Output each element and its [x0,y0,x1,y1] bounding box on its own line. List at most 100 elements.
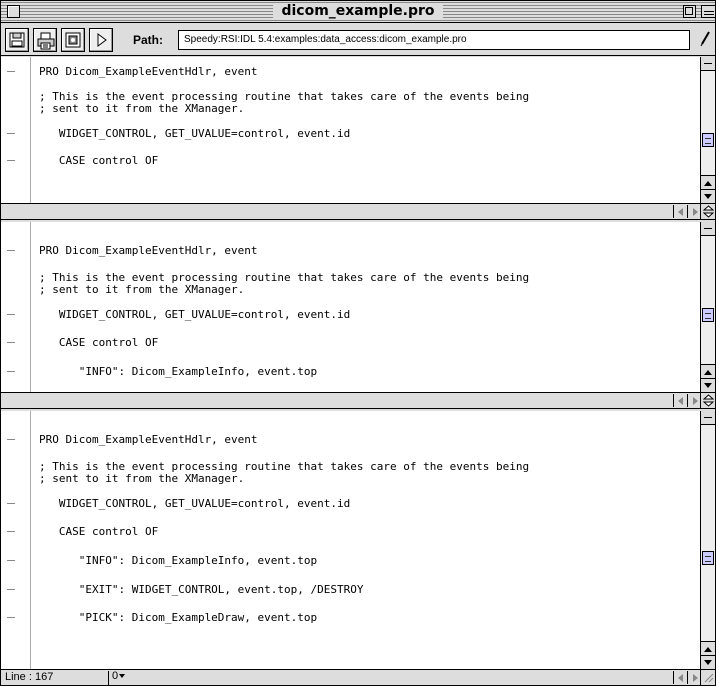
code-line[interactable]: "INFO": Dicom_ExampleInfo, event.top [39,365,317,378]
scroll-down-arrow[interactable] [701,655,715,669]
arrow-right-icon [693,674,698,682]
save-button[interactable] [5,28,29,52]
resize-grip-icon [704,673,714,683]
editor-pane-1[interactable]: PRO Dicom_ExampleEventHdlr, event ; This… [1,57,715,203]
code-line[interactable]: "EXIT": WIDGET_CONTROL, event.top, /DEST… [39,583,364,596]
scroll-thumb[interactable] [702,308,714,322]
print-button[interactable] [33,28,57,52]
editor-pane-2[interactable]: PRO Dicom_ExampleEventHdlr, event ; This… [1,222,715,392]
code-line[interactable]: "PICK": Dicom_ExampleDraw, event.top [39,611,317,624]
arrow-up-icon [704,647,712,652]
compile-button[interactable] [61,28,85,52]
title-bar[interactable]: dicom_example.pro [1,1,715,23]
line-marker [7,589,15,590]
line-marker [7,560,15,561]
line-marker [7,342,15,343]
code-line[interactable]: ; sent to it from the XManager. [39,102,244,115]
line-marker [7,503,15,504]
status-popup-menu[interactable]: 0 [112,670,126,682]
status-bar: Line : 167 0 [1,669,715,685]
splitter-icon [703,394,714,407]
save-icon [9,32,25,48]
code-line[interactable]: ; sent to it from the XManager. [39,472,244,485]
code-line[interactable]: PRO Dicom_ExampleEventHdlr, event [39,244,258,257]
line-marker [7,133,15,134]
scroll-thumb[interactable] [702,551,714,565]
code-line[interactable]: WIDGET_CONTROL, GET_UVALUE=control, even… [39,127,350,140]
code-line[interactable]: ; sent to it from the XManager. [39,283,244,296]
line-gutter [1,222,31,392]
line-marker [7,71,15,72]
code-area[interactable]: PRO Dicom_ExampleEventHdlr, event ; This… [39,222,697,378]
line-number-readout: Line : 167 [5,671,54,683]
window-title: dicom_example.pro [273,3,443,19]
line-marker [7,617,15,618]
print-icon [37,32,55,50]
code-line[interactable]: "INFO": Dicom_ExampleInfo, event.top [39,554,317,567]
splitter-icon [703,205,714,218]
scroll-left-arrow[interactable] [673,205,686,218]
resize-grip[interactable] [700,670,715,685]
line-marker [7,250,15,251]
arrow-down-icon [704,194,712,199]
code-line[interactable]: PRO Dicom_ExampleEventHdlr, event [39,433,258,446]
line-marker [7,371,15,372]
line-marker [7,531,15,532]
scroll-up-arrow[interactable] [701,641,715,655]
path-label: Path: [133,33,163,47]
scroll-down-arrow[interactable] [701,378,715,392]
code-line[interactable]: WIDGET_CONTROL, GET_UVALUE=control, even… [39,497,350,510]
status-divider [108,671,109,685]
arrow-left-icon [678,674,683,682]
scroll-right-arrow[interactable] [687,394,700,407]
code-area[interactable]: PRO Dicom_ExampleEventHdlr, event ; This… [39,411,697,624]
scroll-down-arrow[interactable] [701,189,715,203]
collapse-box[interactable] [701,5,715,18]
path-field[interactable]: Speedy:RSI:IDL 5.4:examples:data_access:… [178,30,690,50]
vertical-scrollbar[interactable] [700,222,715,392]
code-line[interactable]: CASE control OF [39,154,158,167]
code-line[interactable]: CASE control OF [39,336,158,349]
run-button[interactable] [89,28,113,52]
run-icon [97,33,107,47]
pane-splitter[interactable] [700,393,715,408]
arrow-up-icon [704,181,712,186]
arrow-left-icon [678,208,683,216]
split-tab[interactable] [701,222,715,236]
line-gutter [1,57,31,203]
line-marker [7,314,15,315]
code-line[interactable]: WIDGET_CONTROL, GET_UVALUE=control, even… [39,308,350,321]
line-marker [7,160,15,161]
scroll-up-arrow[interactable] [701,364,715,378]
arrow-right-icon [693,397,698,405]
arrow-up-icon [704,370,712,375]
code-area[interactable]: PRO Dicom_ExampleEventHdlr, event ; This… [39,57,697,167]
split-tab[interactable] [701,57,715,71]
compile-icon [65,32,81,48]
code-line[interactable]: PRO Dicom_ExampleEventHdlr, event [39,65,258,78]
horizontal-scrollbar[interactable] [1,392,715,409]
close-box[interactable] [7,5,20,18]
horizontal-scrollbar[interactable] [1,203,715,220]
code-line[interactable]: CASE control OF [39,525,158,538]
split-tab[interactable] [701,411,715,425]
editor-pane-3[interactable]: PRO Dicom_ExampleEventHdlr, event ; This… [1,411,715,669]
pencil-icon[interactable] [699,31,711,47]
scroll-up-arrow[interactable] [701,175,715,189]
scroll-left-arrow[interactable] [673,671,686,684]
scroll-right-arrow[interactable] [687,671,700,684]
editor-window: dicom_example.pro Path: Speedy:RSI:IDL 5… [0,0,716,686]
scroll-left-arrow[interactable] [673,394,686,407]
vertical-scrollbar[interactable] [700,411,715,669]
window-title-wrap: dicom_example.pro [1,3,715,19]
chevron-down-icon [119,674,126,678]
pane-splitter[interactable] [700,204,715,219]
zoom-box[interactable] [683,5,696,18]
arrow-right-icon [693,208,698,216]
scroll-right-arrow[interactable] [687,205,700,218]
scroll-thumb[interactable] [702,133,714,147]
arrow-down-icon [704,660,712,665]
vertical-scrollbar[interactable] [700,57,715,203]
arrow-down-icon [704,383,712,388]
toolbar: Path: Speedy:RSI:IDL 5.4:examples:data_a… [1,24,715,56]
